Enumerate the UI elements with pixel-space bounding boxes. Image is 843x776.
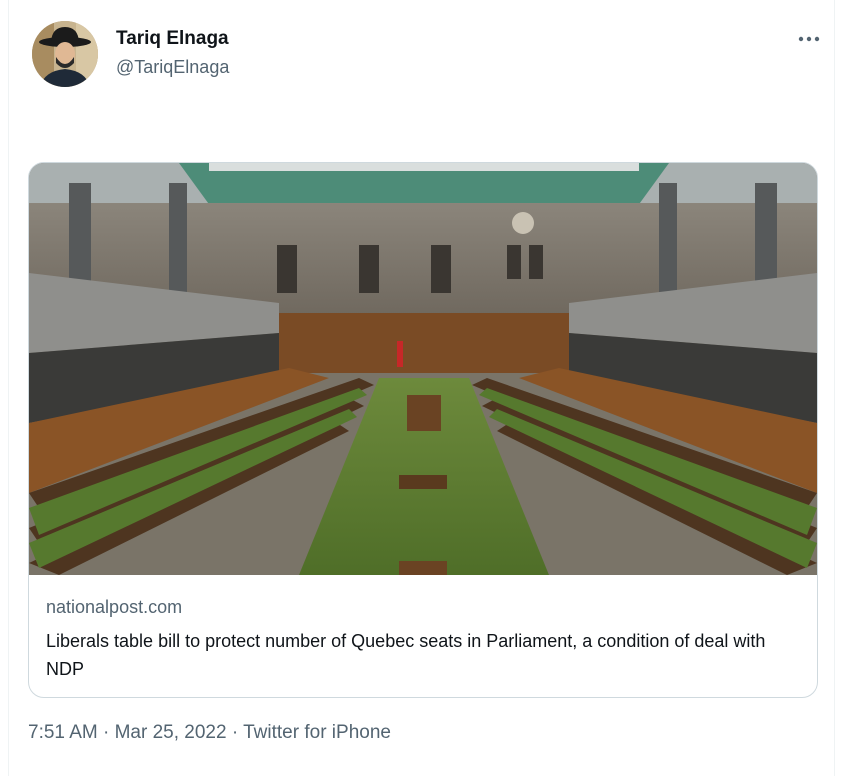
tweet-time[interactable]: 7:51 AM [28,722,98,743]
link-card[interactable]: nationalpost.com Liberals table bill to … [28,162,818,698]
link-card-title: Liberals table bill to protect number of… [46,631,766,679]
tweet-date[interactable]: Mar 25, 2022 [115,722,227,743]
link-card-domain: nationalpost.com [46,597,183,617]
card-image [29,163,817,575]
avatar-image [32,21,98,87]
timeline-border-right [834,0,835,776]
meta-separator: · [97,722,115,743]
author-handle[interactable]: @TariqElnaga [116,57,229,78]
avatar[interactable] [32,21,98,87]
meta-separator: · [226,722,244,743]
author-name[interactable]: Tariq Elnaga [116,28,229,50]
tweet-source[interactable]: Twitter for iPhone [243,722,391,743]
more-options-icon [798,36,820,42]
tweet-meta: 7:51 AM · Mar 25, 2022 · Twitter for iPh… [28,722,391,744]
timeline-border-left [8,0,9,776]
more-options-button[interactable] [794,24,824,54]
